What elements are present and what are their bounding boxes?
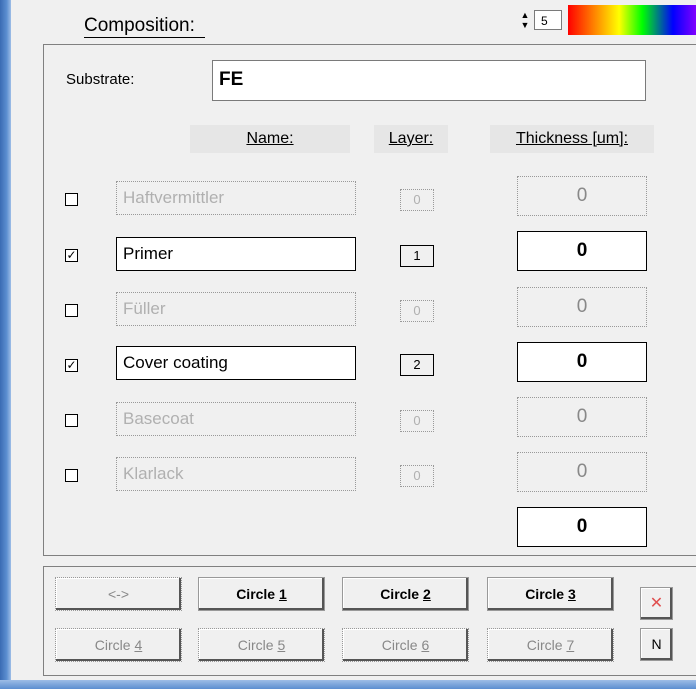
thickness-field[interactable]: 0	[517, 397, 647, 437]
circle-1-button[interactable]: Circle 1	[198, 577, 325, 611]
substrate-label: Substrate:	[66, 71, 135, 88]
close-icon: ✕	[649, 595, 664, 612]
layer-number-field[interactable]: 0	[400, 189, 434, 211]
layer-count-value[interactable]: 5	[534, 10, 562, 30]
layer-number-field[interactable]: 0	[400, 300, 434, 322]
layer-name-field[interactable]: Füller	[116, 292, 356, 326]
color-spectrum-bar	[568, 5, 696, 35]
circle-6-button[interactable]: Circle 6	[342, 628, 469, 662]
thickness-field[interactable]: 0	[517, 452, 647, 492]
substrate-input[interactable]: FE	[212, 60, 646, 101]
layer-checkbox[interactable]: ✓	[65, 249, 78, 262]
spin-down-icon[interactable]: ▼	[519, 20, 531, 30]
circle-3-button[interactable]: Circle 3	[487, 577, 614, 611]
layer-checkbox[interactable]	[65, 469, 78, 482]
layer-name-field[interactable]: Primer	[116, 237, 356, 271]
layer-name-field[interactable]: Klarlack	[116, 457, 356, 491]
circle-5-button[interactable]: Circle 5	[198, 628, 325, 662]
layer-name-field[interactable]: Haftvermittler	[116, 181, 356, 215]
layer-checkbox[interactable]	[65, 414, 78, 427]
circle-4-button[interactable]: Circle 4	[55, 628, 182, 662]
layer-number-field[interactable]: 0	[400, 410, 434, 432]
thickness-column-header: Thickness [um]:	[490, 125, 654, 153]
window-border-left	[0, 0, 11, 689]
layer-checkbox[interactable]	[65, 304, 78, 317]
new-button[interactable]: N	[640, 628, 673, 661]
layer-column-header: Layer:	[374, 125, 448, 153]
thickness-field[interactable]: 0	[517, 342, 647, 382]
layer-number-field[interactable]: 1	[400, 245, 434, 267]
circle-7-button[interactable]: Circle 7	[487, 628, 614, 662]
name-column-header: Name:	[190, 125, 350, 153]
total-thickness-field: 0	[517, 507, 647, 547]
layer-name-field[interactable]: Basecoat	[116, 402, 356, 436]
layer-name-field[interactable]: Cover coating	[116, 346, 356, 380]
swap-button[interactable]: <->	[55, 577, 182, 611]
thickness-field[interactable]: 0	[517, 287, 647, 327]
window-border-bottom	[0, 680, 696, 689]
layer-number-field[interactable]: 0	[400, 465, 434, 487]
layer-number-field[interactable]: 2	[400, 354, 434, 376]
layer-checkbox[interactable]: ✓	[65, 359, 78, 372]
thickness-field[interactable]: 0	[517, 176, 647, 216]
composition-title: Composition:	[84, 15, 205, 38]
spin-up-icon[interactable]: ▲	[519, 10, 531, 20]
delete-button[interactable]: ✕	[640, 587, 673, 620]
layer-checkbox[interactable]	[65, 193, 78, 206]
thickness-field[interactable]: 0	[517, 231, 647, 271]
layer-count-spinner[interactable]: ▲ ▼	[519, 10, 531, 32]
circle-2-button[interactable]: Circle 2	[342, 577, 469, 611]
